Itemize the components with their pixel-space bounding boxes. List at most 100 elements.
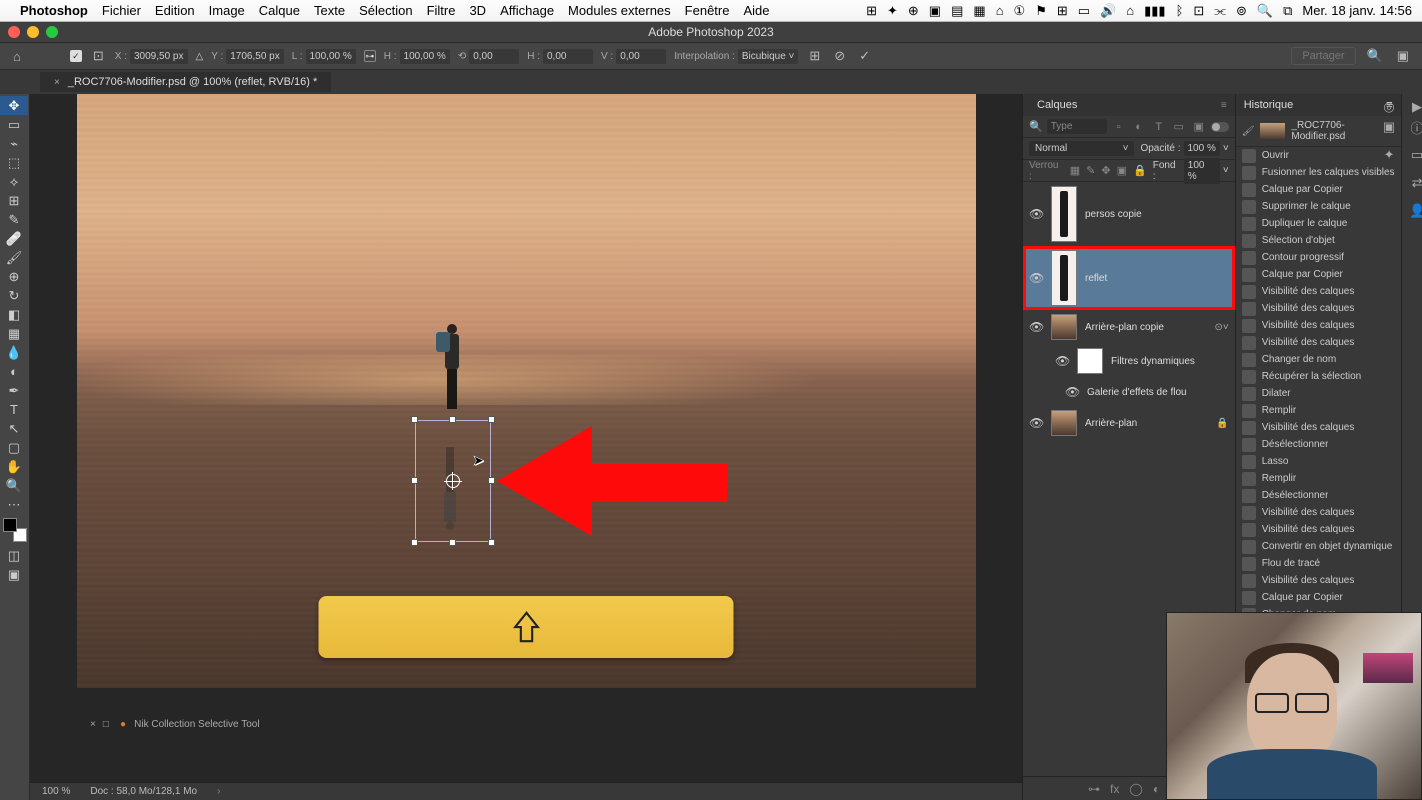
triangle-icon[interactable]: △ xyxy=(196,51,204,62)
lock-transparent-icon[interactable]: ▦ xyxy=(1070,164,1080,177)
gradient-tool[interactable]: ▦ xyxy=(0,324,28,343)
crop-tool[interactable]: ⟡ xyxy=(0,172,28,191)
layer-row[interactable]: 👁Arrière-plan copie⊙˅ xyxy=(1023,310,1235,344)
transform-angle[interactable]: 0,00 xyxy=(469,49,519,64)
menu-calque[interactable]: Calque xyxy=(259,3,300,18)
menubar-icon[interactable]: ① xyxy=(1014,3,1026,19)
menu-aide[interactable]: Aide xyxy=(743,3,769,18)
menubar-icon[interactable]: ▤ xyxy=(951,3,963,19)
eraser-tool[interactable]: ◧ xyxy=(0,305,28,324)
history-brush-tool[interactable]: ↻ xyxy=(0,286,28,305)
menu-fichier[interactable]: Fichier xyxy=(102,3,141,18)
free-transform-box[interactable] xyxy=(415,420,491,542)
filter-shape-icon[interactable]: ▭ xyxy=(1171,119,1187,135)
menu-image[interactable]: Image xyxy=(209,3,245,18)
filter-pixel-icon[interactable]: ▫ xyxy=(1111,119,1127,135)
fill-value[interactable]: 100 % xyxy=(1184,158,1220,184)
brush-tool[interactable]: 🖌 xyxy=(0,248,28,267)
transform-handle[interactable] xyxy=(411,477,418,484)
reference-point-icon[interactable]: ⊡ xyxy=(90,48,107,64)
transform-handle[interactable] xyxy=(411,416,418,423)
document-canvas[interactable]: ➤ xyxy=(77,94,976,688)
add-mask-icon[interactable]: ◯ xyxy=(1129,782,1142,796)
transform-height[interactable]: 100,00 % xyxy=(400,49,450,64)
menubar-icon[interactable]: ⊞ xyxy=(1057,3,1068,19)
menu-3d[interactable]: 3D xyxy=(469,3,486,18)
hand-tool[interactable]: ✋ xyxy=(0,457,28,476)
screen-mode-tool[interactable]: ▣ xyxy=(0,565,28,584)
bluetooth-icon[interactable]: ᛒ xyxy=(1176,3,1184,18)
chevron-right-icon[interactable]: › xyxy=(217,786,220,797)
document-size[interactable]: Doc : 58,0 Mo/128,1 Mo xyxy=(90,786,197,797)
menubar-icon[interactable]: ⌂ xyxy=(996,3,1004,18)
person-icon[interactable]: 👤 xyxy=(1405,202,1422,220)
adjustments-icon[interactable]: ⇄ xyxy=(1405,174,1422,192)
layer-name[interactable]: persos copie xyxy=(1085,209,1229,220)
history-step[interactable]: Convertir en objet dynamique xyxy=(1236,538,1401,555)
layer-filter-type[interactable]: Type xyxy=(1047,119,1107,134)
transform-center-point[interactable] xyxy=(446,474,460,488)
history-step[interactable]: Calque par Copier xyxy=(1236,181,1401,198)
filter-adjust-icon[interactable]: ◐ xyxy=(1131,119,1147,135)
workspace-icon[interactable]: ▣ xyxy=(1394,48,1412,64)
move-tool[interactable]: ✥ xyxy=(0,96,28,115)
transform-width[interactable]: 100,00 % xyxy=(306,49,356,64)
filter-smart-icon[interactable]: ▣ xyxy=(1191,119,1207,135)
transform-skew-h[interactable]: 0,00 xyxy=(543,49,593,64)
visibility-icon[interactable]: 👁 xyxy=(1029,416,1043,430)
blend-mode-select[interactable]: Normal˅ xyxy=(1029,141,1134,156)
history-panel-title[interactable]: Historique xyxy=(1244,99,1294,111)
marquee-tool[interactable]: ▭ xyxy=(0,115,28,134)
layer-row[interactable]: 👁Galerie d'effets de flou xyxy=(1023,378,1235,406)
visibility-icon[interactable]: 👁 xyxy=(1055,354,1069,368)
transform-skew-v[interactable]: 0,00 xyxy=(616,49,666,64)
transform-handle[interactable] xyxy=(449,416,456,423)
history-step[interactable]: Visibilité des calques xyxy=(1236,419,1401,436)
wifi-icon[interactable]: ⊚ xyxy=(1236,3,1247,19)
transform-handle[interactable] xyxy=(488,416,495,423)
menu-texte[interactable]: Texte xyxy=(314,3,345,18)
history-step[interactable]: Remplir xyxy=(1236,470,1401,487)
menubar-icon[interactable]: ⊞ xyxy=(866,3,877,19)
home-icon[interactable]: ⌂ xyxy=(10,49,24,64)
filter-type-icon[interactable]: T xyxy=(1151,119,1167,135)
menubar-icon[interactable]: ⊕ xyxy=(908,3,919,19)
panel-icon[interactable]: ▶ xyxy=(1405,98,1422,116)
zoom-level[interactable]: 100 % xyxy=(42,786,70,797)
menubar-icon[interactable]: ⫘ xyxy=(1214,3,1226,19)
history-step[interactable]: Supprimer le calque xyxy=(1236,198,1401,215)
menu-edition[interactable]: Edition xyxy=(155,3,195,18)
layer-fx-icon[interactable]: fx xyxy=(1110,782,1119,796)
lock-artboard-icon[interactable]: ▣ xyxy=(1117,164,1127,177)
menu-fenetre[interactable]: Fenêtre xyxy=(685,3,730,18)
history-snapshot[interactable]: 🖌 _ROC7706-Modifier.psd xyxy=(1236,116,1401,147)
edit-toolbar[interactable]: ⋯ xyxy=(0,495,28,514)
layer-row[interactable]: 👁Arrière-plan🔒 xyxy=(1023,406,1235,440)
history-step[interactable]: Visibilité des calques xyxy=(1236,504,1401,521)
history-step[interactable]: Flou de tracé xyxy=(1236,555,1401,572)
menubar-icon[interactable]: ⊡ xyxy=(1193,3,1204,19)
transform-handle[interactable] xyxy=(449,539,456,546)
layers-panel-tab[interactable]: Calques ≡ xyxy=(1023,94,1235,116)
history-step[interactable]: Lasso xyxy=(1236,453,1401,470)
layer-name[interactable]: Filtres dynamiques xyxy=(1111,356,1229,367)
menubar-icon[interactable]: ▦ xyxy=(973,3,985,19)
menubar-icon[interactable]: ▣ xyxy=(929,3,941,19)
path-select-tool[interactable]: ↖ xyxy=(0,419,28,438)
lock-move-icon[interactable]: ✥ xyxy=(1101,164,1110,177)
layer-thumbnail[interactable] xyxy=(1051,314,1077,340)
zoom-tool[interactable]: 🔍 xyxy=(0,476,28,495)
document-tab[interactable]: × _ROC7706-Modifier.psd @ 100% (reflet, … xyxy=(40,72,331,92)
history-step[interactable]: Récupérer la sélection xyxy=(1236,368,1401,385)
layer-name[interactable]: Arrière-plan copie xyxy=(1085,322,1206,333)
panel-menu-icon[interactable]: ≡ xyxy=(1221,100,1227,111)
maximize-window-button[interactable] xyxy=(46,26,58,38)
search-icon[interactable]: 🔍 xyxy=(1364,48,1386,64)
menubar-icon[interactable]: ⚑ xyxy=(1035,3,1047,19)
layer-name[interactable]: Galerie d'effets de flou xyxy=(1087,387,1229,398)
history-step[interactable]: Calque par Copier xyxy=(1236,589,1401,606)
link-layers-icon[interactable]: ⊶ xyxy=(1088,782,1100,796)
object-select-tool[interactable]: ⬚ xyxy=(0,153,28,172)
menu-modules[interactable]: Modules externes xyxy=(568,3,671,18)
visibility-icon[interactable]: 👁 xyxy=(1029,207,1043,221)
